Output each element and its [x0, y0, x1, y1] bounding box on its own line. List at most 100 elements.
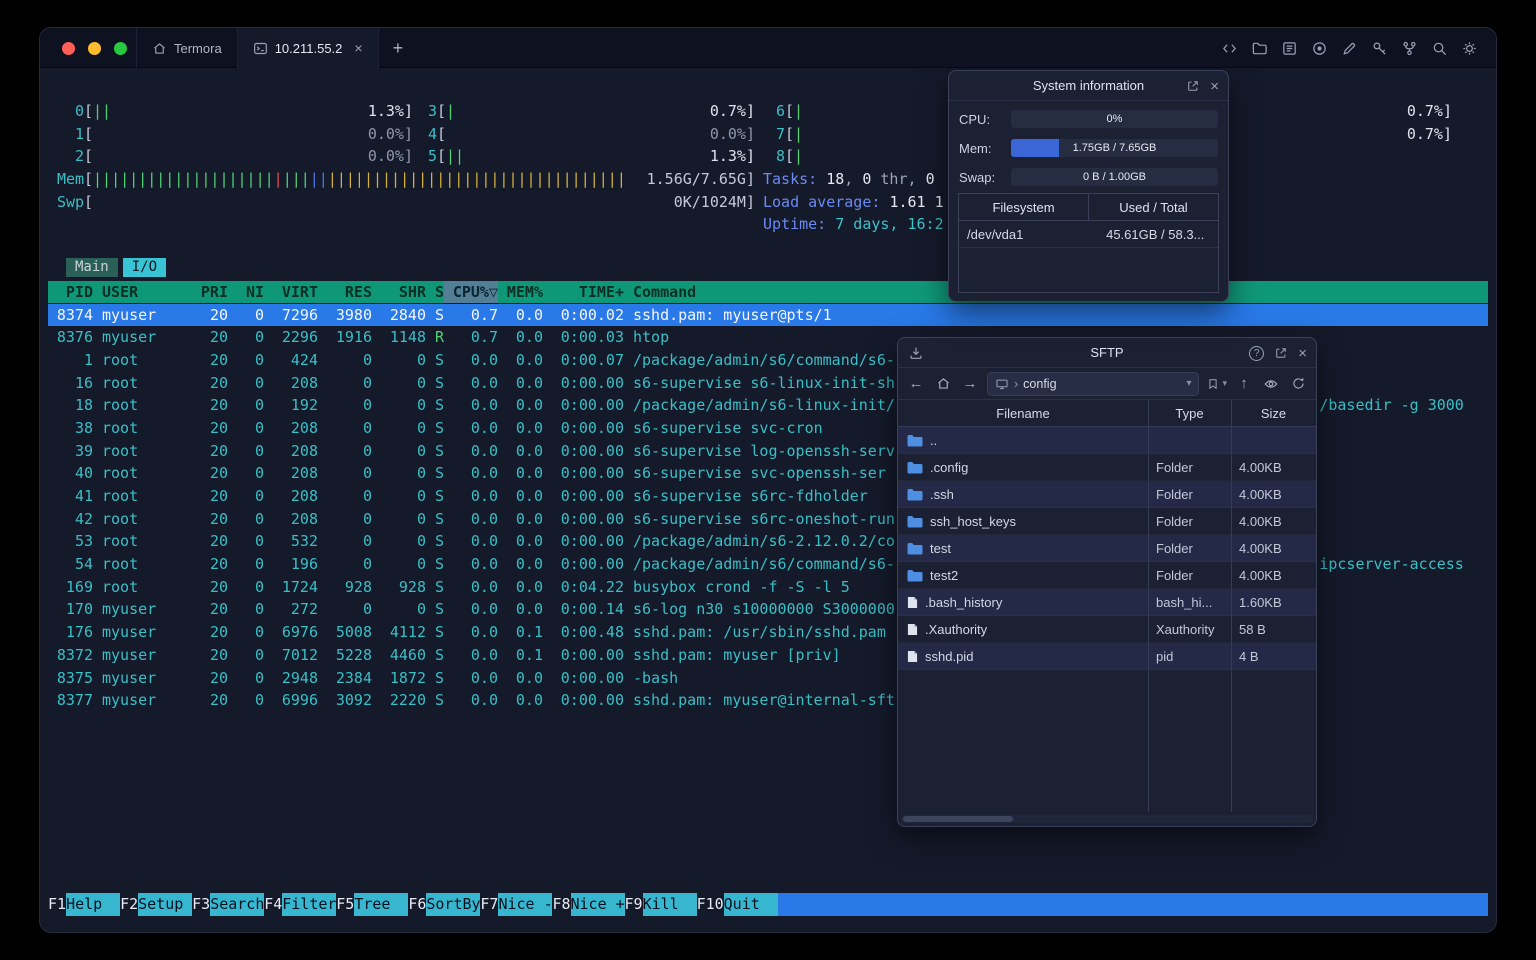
record-icon[interactable] [1311, 40, 1328, 57]
htop-tab-main[interactable]: Main [66, 258, 118, 277]
shr-cell: 0 [416, 555, 426, 574]
code-icon[interactable] [1221, 40, 1238, 57]
close-icon[interactable]: × [1298, 346, 1307, 361]
res-cell: 0 [362, 532, 372, 551]
open-external-icon[interactable] [1274, 346, 1288, 360]
column-header-pri[interactable]: PRI [183, 281, 228, 304]
settings-icon[interactable] [1461, 40, 1478, 57]
branch-icon[interactable] [1401, 40, 1418, 57]
refresh-icon[interactable] [1288, 373, 1308, 395]
shr-cell: 2220 [389, 691, 426, 710]
chevron-down-icon[interactable]: ▾ [1186, 378, 1191, 389]
path-segment-config[interactable]: config [1023, 377, 1056, 391]
horizontal-scrollbar[interactable] [901, 815, 1313, 823]
sftp-file-row[interactable]: .Xauthority Xauthority 58 B [898, 616, 1316, 643]
function-key[interactable]: F2 Setup [120, 893, 193, 916]
help-icon[interactable]: ? [1249, 345, 1265, 361]
pri-cell: 20 [209, 328, 228, 347]
forward-icon[interactable]: → [960, 373, 980, 395]
cpu-meter: 4[0.0%] [410, 123, 755, 146]
column-header-virt[interactable]: VIRT [264, 281, 318, 304]
open-external-icon[interactable] [1186, 79, 1200, 93]
back-icon[interactable]: ← [906, 373, 926, 395]
bookmark-control[interactable]: ▾ [1206, 377, 1227, 391]
tab-ssh-session[interactable]: 10.211.55.2 × [236, 28, 379, 68]
function-key[interactable]: F7 Nice - [480, 893, 553, 916]
up-directory-icon[interactable]: ↑ [1234, 373, 1254, 395]
column-header-mem[interactable]: MEM% [498, 281, 543, 304]
user-cell: myuser [102, 600, 157, 619]
user-cell: root [102, 464, 139, 483]
column-header-pid[interactable]: PID [48, 281, 93, 304]
column-header-user[interactable]: USER [102, 281, 183, 304]
folder-icon [907, 542, 923, 555]
column-header-type[interactable]: Type [1148, 400, 1231, 426]
cpu-cell: 0.0 [470, 645, 498, 664]
tab-termora-home[interactable]: Termora [136, 28, 237, 68]
column-header-res[interactable]: RES [318, 281, 372, 304]
column-header-shr[interactable]: SHR [372, 281, 426, 304]
home-icon[interactable] [933, 373, 953, 395]
function-key[interactable]: F6 SortBy [408, 893, 481, 916]
mem-cell: 0.0 [515, 441, 543, 460]
cpu-meter-label: 6 [775, 102, 785, 120]
meter-open-bracket: [ [785, 147, 795, 166]
stat-segment: 0 [925, 170, 935, 189]
res-cell: 0 [362, 396, 372, 415]
htop-tab-io[interactable]: I/O [122, 258, 167, 277]
column-header-state[interactable]: S [426, 281, 444, 304]
res-cell: 0 [362, 600, 372, 619]
res-cell: 0 [362, 487, 372, 505]
search-icon[interactable] [1431, 40, 1448, 57]
cpu-meter-value: 1.3%] [367, 102, 413, 120]
mem-cell: 0.0 [515, 350, 543, 369]
edit-icon[interactable] [1341, 40, 1358, 57]
ni-cell: 0 [254, 645, 264, 664]
sftp-file-row[interactable]: test Folder 4.00KB [898, 535, 1316, 562]
zoom-window-button[interactable] [114, 41, 127, 55]
sftp-file-row[interactable]: .bash_history bash_hi... 1.60KB [898, 589, 1316, 616]
sftp-file-row[interactable]: test2 Folder 4.00KB [898, 562, 1316, 589]
folder-icon[interactable] [1251, 40, 1268, 57]
column-header-filename[interactable]: Filename [898, 400, 1148, 426]
function-key[interactable]: F9 Kill [624, 893, 697, 916]
function-key[interactable]: F5 Tree [336, 893, 409, 916]
ni-cell: 0 [254, 691, 264, 710]
path-breadcrumb[interactable]: › config ▾ [987, 371, 1200, 396]
function-key[interactable]: F3 Search [192, 893, 265, 916]
tab-close-icon[interactable]: × [354, 41, 362, 55]
column-header-time[interactable]: TIME+ [543, 281, 624, 304]
column-header-ni[interactable]: NI [228, 281, 264, 304]
function-key[interactable]: F8 Nice + [552, 893, 625, 916]
scrollbar-thumb[interactable] [903, 816, 1013, 822]
sftp-file-row[interactable]: .config Folder 4.00KB [898, 454, 1316, 481]
file-type: Folder [1156, 567, 1193, 583]
log-icon[interactable] [1281, 40, 1298, 57]
function-key[interactable]: F4 Filter [264, 893, 337, 916]
column-header-cpu-sort[interactable]: CPU%▽ [444, 280, 498, 304]
close-icon[interactable]: × [1210, 79, 1219, 94]
column-header-size[interactable]: Size [1231, 400, 1316, 426]
function-key[interactable]: F10 Quit [696, 893, 778, 916]
sftp-file-row[interactable]: sshd.pid pid 4 B [898, 643, 1316, 670]
sftp-file-row[interactable]: ssh_host_keys Folder 4.00KB [898, 508, 1316, 535]
pid-cell: 18 [74, 396, 93, 415]
file-icon [907, 650, 918, 663]
function-key[interactable]: F1 Help [48, 893, 121, 916]
virt-cell: 208 [290, 418, 318, 437]
file-icon [907, 596, 918, 609]
filesystem-row[interactable]: /dev/vda1 45.61GB / 58.3... [959, 221, 1218, 248]
pid-cell: 8372 [56, 645, 93, 664]
sftp-file-row[interactable]: .. [898, 427, 1316, 454]
key-icon[interactable] [1371, 40, 1388, 57]
cpu-meter-label: 4 [427, 124, 437, 143]
new-tab-button[interactable]: + [379, 28, 418, 68]
chevron-down-icon: ▾ [1222, 378, 1227, 388]
process-row[interactable]: 8374 myuser 20 0 7296 3980 2840 S 0.7 0.… [48, 303, 1488, 327]
minimize-window-button[interactable] [88, 41, 101, 55]
sftp-file-row[interactable]: .ssh Folder 4.00KB [898, 481, 1316, 508]
show-hidden-icon[interactable] [1261, 373, 1281, 395]
shr-cell: 0 [416, 441, 426, 460]
close-window-button[interactable] [62, 41, 75, 55]
transfer-icon[interactable] [908, 345, 924, 361]
